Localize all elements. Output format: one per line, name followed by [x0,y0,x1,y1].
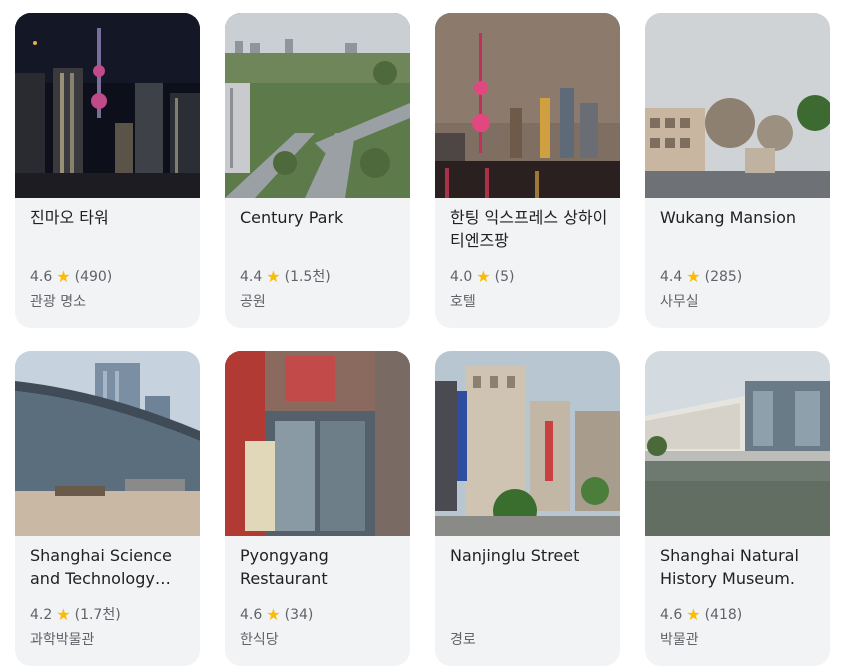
place-category: 관광 명소 [30,294,86,310]
review-count: (1.5천) [284,269,331,285]
place-photo[interactable] [645,351,830,536]
place-title[interactable]: 진마오 타워 [30,206,188,229]
place-photo[interactable] [225,13,410,198]
place-category: 경로 [450,632,476,648]
rating-row: 4.2 ★ (1.7천) [30,606,121,624]
place-card-century-park[interactable]: Century Park 4.4 ★ (1.5천) 공원 [225,13,410,328]
place-title[interactable]: Shanghai Natural History Museum. [660,544,818,590]
rating-value: 4.6 [30,269,53,285]
place-category: 호텔 [450,294,476,310]
star-icon: ★ [266,267,281,286]
place-title[interactable]: 한팅 익스프레스 상하이 티엔즈팡 [450,206,608,252]
review-count: (34) [284,607,314,623]
place-card-wukang-mansion[interactable]: Wukang Mansion 4.4 ★ (285) 사무실 [645,13,830,328]
place-card-nanjinglu-street[interactable]: Nanjinglu Street 경로 [435,351,620,666]
place-photo[interactable] [435,351,620,536]
rating-row: 4.6 ★ (418) [660,606,742,624]
place-category: 과학박물관 [30,632,95,648]
review-count: (285) [704,269,743,285]
review-count: (1.7천) [74,607,121,623]
place-title[interactable]: Century Park [240,206,398,229]
star-icon: ★ [686,267,701,286]
place-photo[interactable] [15,13,200,198]
star-icon: ★ [56,605,71,624]
rating-value: 4.4 [660,269,683,285]
star-icon: ★ [266,605,281,624]
place-card-pyongyang-restaurant[interactable]: Pyongyang Restaurant 4.6 ★ (34) 한식당 [225,351,410,666]
place-title[interactable]: Shanghai Science and Technology… [30,544,188,590]
rating-value: 4.4 [240,269,263,285]
rating-row: 4.6 ★ (490) [30,268,112,286]
rating-value: 4.2 [30,607,53,623]
place-category: 한식당 [240,632,279,648]
place-card-hanting-express[interactable]: 한팅 익스프레스 상하이 티엔즈팡 4.0 ★ (5) 호텔 [435,13,620,328]
rating-value: 4.6 [660,607,683,623]
place-photo[interactable] [225,351,410,536]
rating-value: 4.0 [450,269,473,285]
place-photo[interactable] [645,13,830,198]
star-icon: ★ [56,267,71,286]
star-icon: ★ [476,267,491,286]
place-photo[interactable] [15,351,200,536]
rating-value: 4.6 [240,607,263,623]
place-card-shanghai-natural-history-museum[interactable]: Shanghai Natural History Museum. 4.6 ★ (… [645,351,830,666]
place-card-jinmao-tower[interactable]: 진마오 타워 4.6 ★ (490) 관광 명소 [15,13,200,328]
place-category: 사무실 [660,294,699,310]
place-title[interactable]: Nanjinglu Street [450,544,608,567]
place-category: 공원 [240,294,266,310]
places-grid: 진마오 타워 4.6 ★ (490) 관광 명소 Century Park 4.… [15,13,830,666]
review-count: (418) [704,607,743,623]
place-photo[interactable] [435,13,620,198]
rating-row: 4.6 ★ (34) [240,606,313,624]
star-icon: ★ [686,605,701,624]
rating-row: 4.0 ★ (5) [450,268,514,286]
review-count: (490) [74,269,113,285]
place-title[interactable]: Pyongyang Restaurant [240,544,398,590]
review-count: (5) [494,269,515,285]
place-card-shanghai-science-technology[interactable]: Shanghai Science and Technology… 4.2 ★ (… [15,351,200,666]
place-category: 박물관 [660,632,699,648]
rating-row: 4.4 ★ (1.5천) [240,268,331,286]
place-title[interactable]: Wukang Mansion [660,206,818,229]
rating-row: 4.4 ★ (285) [660,268,742,286]
